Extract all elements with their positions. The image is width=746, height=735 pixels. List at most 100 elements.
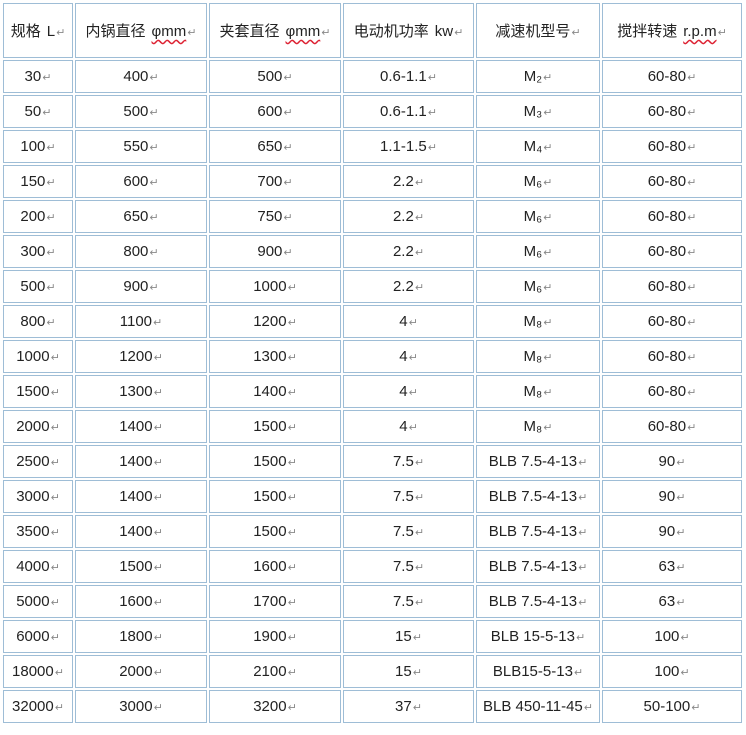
jacket-diameter-cell: 1900↵ [209, 620, 341, 653]
spec-cell: 4000↵ [3, 550, 73, 583]
table-row: 300↵ 800↵ 900↵ 2.2↵ M₆↵ 60-80↵ [3, 235, 742, 268]
inner-diameter-cell: 1400↵ [75, 480, 207, 513]
cell-value: BLB 450-11-45 [482, 698, 583, 715]
inner-diameter-cell: 1400↵ [75, 445, 207, 478]
paragraph-mark: ↵ [414, 457, 425, 469]
spec-cell: 3000↵ [3, 480, 73, 513]
spec-cell: 100↵ [3, 130, 73, 163]
cell-value: 15 [395, 628, 412, 645]
cell-value: 4 [399, 313, 408, 330]
cell-value: 1500 [253, 453, 287, 470]
paragraph-mark: ↵ [287, 562, 297, 574]
paragraph-mark: ↵ [153, 562, 163, 574]
paragraph-mark: ↵ [149, 177, 159, 189]
reducer-model-cell: M₄↵ [476, 130, 600, 163]
cell-value: 100 [654, 628, 680, 645]
paragraph-mark: ↵ [46, 282, 56, 294]
cell-value: 3200 [253, 698, 287, 715]
cell-value: 60-80 [647, 103, 687, 120]
paragraph-mark: ↵ [287, 632, 297, 644]
header-stir-speed: 搅拌转速 r.p.m↵ [602, 3, 742, 58]
inner-diameter-cell: 1600↵ [75, 585, 207, 618]
inner-diameter-cell: 550↵ [75, 130, 207, 163]
reducer-model-cell: M₂↵ [476, 60, 600, 93]
paragraph-mark: ↵ [414, 212, 425, 224]
paragraph-mark: ↵ [687, 387, 697, 399]
table-row: 4000↵ 1500↵ 1600↵ 7.5↵ BLB 7.5-4-13↵ 63↵ [3, 550, 742, 583]
stir-speed-cell: 63↵ [602, 585, 742, 618]
paragraph-mark: ↵ [578, 597, 588, 609]
cell-value: 60-80 [647, 278, 687, 295]
header-label: 减速机型号 [495, 23, 571, 40]
paragraph-mark: ↵ [408, 317, 418, 329]
cell-value: 1.1-1.5 [380, 138, 427, 155]
table-row: 30↵ 400↵ 500↵ 0.6-1.1↵ M₂↵ 60-80↵ [3, 60, 742, 93]
stir-speed-cell: 60-80↵ [602, 375, 742, 408]
paragraph-mark: ↵ [42, 107, 52, 119]
paragraph-mark: ↵ [149, 212, 159, 224]
paragraph-mark: ↵ [287, 597, 297, 609]
cell-value: 400 [123, 68, 149, 85]
paragraph-mark: ↵ [153, 457, 163, 469]
jacket-diameter-cell: 1500↵ [209, 445, 341, 478]
cell-value: M₆ [523, 173, 543, 190]
stir-speed-cell: 60-80↵ [602, 165, 742, 198]
paragraph-mark: ↵ [50, 387, 60, 399]
cell-value: 2000 [16, 418, 50, 435]
paragraph-mark: ↵ [321, 27, 331, 39]
cell-value: BLB 15-5-13 [490, 628, 575, 645]
motor-power-cell: 2.2↵ [343, 270, 474, 303]
motor-power-cell: 7.5↵ [343, 445, 474, 478]
stir-speed-cell: 100↵ [602, 620, 742, 653]
header-motor-power: 电动机功率 kw↵ [343, 3, 474, 58]
reducer-model-cell: M₈↵ [476, 305, 600, 338]
cell-value: 650 [123, 208, 149, 225]
cell-value: 7.5 [392, 523, 414, 540]
table-row: 800↵ 1100↵ 1200↵ 4↵ M₈↵ 60-80↵ [3, 305, 742, 338]
paragraph-mark: ↵ [56, 27, 66, 39]
cell-value: 1000 [253, 278, 287, 295]
paragraph-mark: ↵ [414, 247, 425, 259]
cell-value: 1300 [119, 383, 153, 400]
paragraph-mark: ↵ [283, 72, 293, 84]
paragraph-mark: ↵ [283, 142, 293, 154]
cell-value: M₆ [523, 243, 543, 260]
paragraph-mark: ↵ [687, 422, 697, 434]
paragraph-mark: ↵ [676, 597, 686, 609]
inner-diameter-cell: 2000↵ [75, 655, 207, 688]
cell-value: 60-80 [647, 243, 687, 260]
paragraph-mark: ↵ [287, 387, 297, 399]
paragraph-mark: ↵ [408, 422, 418, 434]
spec-cell: 200↵ [3, 200, 73, 233]
paragraph-mark: ↵ [153, 387, 163, 399]
jacket-diameter-cell: 2100↵ [209, 655, 341, 688]
spec-cell: 6000↵ [3, 620, 73, 653]
cell-value: BLB 7.5-4-13 [488, 453, 578, 470]
paragraph-mark: ↵ [680, 667, 690, 679]
stir-speed-cell: 100↵ [602, 655, 742, 688]
table-row: 500↵ 900↵ 1000↵ 2.2↵ M₆↵ 60-80↵ [3, 270, 742, 303]
cell-value: 60-80 [647, 208, 687, 225]
paragraph-mark: ↵ [543, 212, 553, 224]
table-row: 200↵ 650↵ 750↵ 2.2↵ M₆↵ 60-80↵ [3, 200, 742, 233]
reducer-model-cell: M₆↵ [476, 200, 600, 233]
inner-diameter-cell: 900↵ [75, 270, 207, 303]
motor-power-cell: 4↵ [343, 340, 474, 373]
jacket-diameter-cell: 650↵ [209, 130, 341, 163]
motor-power-cell: 7.5↵ [343, 480, 474, 513]
stir-speed-cell: 60-80↵ [602, 200, 742, 233]
paragraph-mark: ↵ [153, 667, 163, 679]
cell-value: M₈ [523, 313, 543, 330]
stir-speed-cell: 60-80↵ [602, 130, 742, 163]
motor-power-cell: 15↵ [343, 655, 474, 688]
table-row: 50↵ 500↵ 600↵ 0.6-1.1↵ M₃↵ 60-80↵ [3, 95, 742, 128]
cell-value: 7.5 [392, 453, 414, 470]
motor-power-cell: 4↵ [343, 375, 474, 408]
paragraph-mark: ↵ [687, 352, 697, 364]
spec-cell: 500↵ [3, 270, 73, 303]
cell-value: 150 [20, 173, 46, 190]
cell-value: BLB 7.5-4-13 [488, 593, 578, 610]
cell-value: 2500 [16, 453, 50, 470]
paragraph-mark: ↵ [691, 702, 701, 714]
stir-speed-cell: 90↵ [602, 515, 742, 548]
